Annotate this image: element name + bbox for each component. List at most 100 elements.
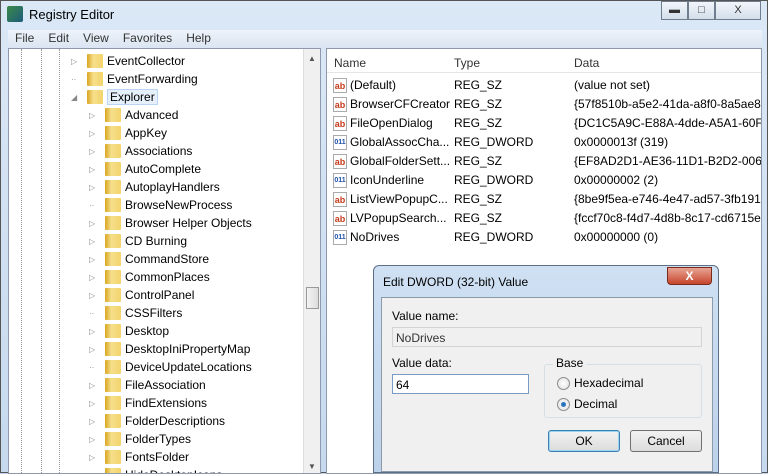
scroll-up-arrow-icon[interactable]: ▲ [304, 54, 320, 63]
folder-icon [105, 414, 121, 428]
expand-arrow-icon[interactable]: ▷ [89, 327, 99, 336]
value-data: {DC1C5A9C-E88A-4dde-A5A1-60F8 [574, 116, 762, 130]
tree-item[interactable]: ▷Desktop [89, 322, 169, 340]
tree-item-label: Advanced [125, 108, 178, 122]
tree-item[interactable]: ▷CommandStore [89, 250, 209, 268]
tree-item-label: FolderTypes [125, 432, 191, 446]
tree-item-label: CommonPlaces [125, 270, 210, 284]
folder-icon [105, 198, 121, 212]
value-data: 0x00000002 (2) [574, 173, 658, 187]
menu-view[interactable]: View [76, 30, 116, 47]
tree-item[interactable]: ▷AutoplayHandlers [89, 178, 220, 196]
tree-item[interactable]: ▷ControlPanel [89, 286, 194, 304]
tree-item[interactable]: ▷FontsFolder [89, 448, 189, 466]
tree-item[interactable]: ▷EventCollector [71, 52, 185, 70]
value-row[interactable]: 011NoDrivesREG_DWORD0x00000000 (0) [327, 228, 761, 247]
value-row[interactable]: 011GlobalAssocCha...REG_DWORD0x0000013f … [327, 133, 761, 152]
value-type: REG_DWORD [454, 173, 533, 187]
expand-arrow-icon[interactable]: ▷ [89, 399, 99, 408]
hexadecimal-radio[interactable] [557, 377, 570, 390]
value-row[interactable]: abGlobalFolderSett...REG_SZ{EF8AD2D1-AE3… [327, 152, 761, 171]
tree-item[interactable]: ▷ CommonPlaces [89, 268, 210, 286]
tree-item[interactable]: ▷AppKey [89, 124, 167, 142]
column-name[interactable]: Name [334, 56, 366, 70]
value-data: {8be9f5ea-e746-4e47-ad57-3fb191c [574, 192, 762, 206]
folder-icon [87, 90, 103, 104]
menu-edit[interactable]: Edit [41, 30, 76, 47]
tree-item[interactable]: ▷CD Burning [89, 232, 187, 250]
scroll-thumb[interactable] [306, 287, 319, 309]
folder-icon [105, 270, 121, 284]
column-data[interactable]: Data [574, 56, 599, 70]
edit-dword-dialog: Edit DWORD (32-bit) Value X Value name: … [373, 265, 719, 473]
expand-arrow-icon[interactable]: ▷ [89, 273, 99, 282]
folder-icon [105, 252, 121, 266]
column-type[interactable]: Type [454, 56, 480, 70]
decimal-label[interactable]: Decimal [574, 397, 617, 411]
folder-icon [105, 144, 121, 158]
expand-arrow-icon[interactable]: ▷ [89, 111, 99, 120]
dialog-close-button[interactable]: X [667, 267, 712, 285]
close-button[interactable]: X [715, 1, 761, 20]
value-row[interactable]: 011IconUnderlineREG_DWORD0x00000002 (2) [327, 171, 761, 190]
tree-item[interactable]: ··EventForwarding [71, 70, 198, 88]
tree-item[interactable]: ▷FindExtensions [89, 394, 207, 412]
tree-item[interactable]: ▷Associations [89, 142, 192, 160]
scroll-down-arrow-icon[interactable]: ▼ [304, 462, 320, 471]
tree-item[interactable]: ▷ DesktopIniPropertyMap [89, 340, 250, 358]
expand-arrow-icon[interactable]: ▷ [89, 129, 99, 138]
tree-item-label: DesktopIniPropertyMap [125, 342, 250, 356]
folder-icon [105, 162, 121, 176]
expand-arrow-icon[interactable]: ▷ [89, 255, 99, 264]
tree-scrollbar[interactable]: ▲ ▼ [303, 49, 320, 473]
cancel-button[interactable]: Cancel [630, 430, 702, 452]
tree-item[interactable]: ··BrowseNewProcess [89, 196, 232, 214]
expand-arrow-icon[interactable]: ▷ [89, 183, 99, 192]
expand-arrow-icon[interactable]: ▷ [89, 381, 99, 390]
value-data-input[interactable]: 64 [392, 374, 529, 394]
expand-arrow-icon[interactable]: ▷ [89, 471, 99, 474]
folder-icon [105, 306, 121, 320]
value-row[interactable]: abLVPopupSearch...REG_SZ{fccf70c8-f4d7-4… [327, 209, 761, 228]
tree-item[interactable]: ··CSSFilters [89, 304, 182, 322]
maximize-button[interactable]: □ [688, 1, 715, 20]
tree-item[interactable]: ▷ FolderTypes [89, 430, 191, 448]
value-row[interactable]: abFileOpenDialogREG_SZ{DC1C5A9C-E88A-4dd… [327, 114, 761, 133]
decimal-radio[interactable] [557, 398, 570, 411]
value-type: REG_SZ [454, 154, 502, 168]
tree-item-label: FileAssociation [125, 378, 206, 392]
value-row[interactable]: abBrowserCFCreatorREG_SZ{57f8510b-a5e2-4… [327, 95, 761, 114]
expand-arrow-icon[interactable]: ▷ [89, 165, 99, 174]
tree-item[interactable]: ◢Explorer [71, 88, 158, 106]
expand-arrow-icon[interactable]: ▷ [89, 237, 99, 246]
value-name-label: Value name: [392, 309, 459, 323]
expand-arrow-icon[interactable]: ▷ [89, 345, 99, 354]
expanded-arrow-icon[interactable]: ◢ [71, 93, 81, 102]
hexadecimal-label[interactable]: Hexadecimal [574, 376, 643, 390]
minimize-button[interactable]: ▬ [661, 1, 688, 20]
tree-item[interactable]: ▷Browser Helper Objects [89, 214, 252, 232]
expand-arrow-icon[interactable]: ▷ [71, 57, 81, 66]
value-row[interactable]: abListViewPopupC...REG_SZ{8be9f5ea-e746-… [327, 190, 761, 209]
ok-button[interactable]: OK [548, 430, 620, 452]
expand-arrow-icon[interactable]: ▷ [89, 219, 99, 228]
folder-icon [105, 126, 121, 140]
value-type: REG_SZ [454, 97, 502, 111]
value-row[interactable]: ab(Default)REG_SZ(value not set) [327, 76, 761, 95]
expand-arrow-icon[interactable]: ▷ [89, 417, 99, 426]
expand-arrow-icon[interactable]: ▷ [89, 435, 99, 444]
tree-item[interactable]: ▷FolderDescriptions [89, 412, 225, 430]
menu-file[interactable]: File [8, 30, 41, 47]
expand-arrow-icon[interactable]: ▷ [89, 291, 99, 300]
expand-arrow-icon[interactable]: ▷ [89, 147, 99, 156]
expand-arrow-icon[interactable]: ▷ [89, 453, 99, 462]
tree-item[interactable]: ··DeviceUpdateLocations [89, 358, 252, 376]
string-value-icon: ab [333, 192, 347, 207]
menu-favorites[interactable]: Favorites [116, 30, 179, 47]
tree-item[interactable]: ▷AutoComplete [89, 160, 201, 178]
tree-item[interactable]: ▷ Advanced [89, 106, 178, 124]
tree-connector: ·· [89, 201, 99, 210]
tree-item[interactable]: ▷ FileAssociation [89, 376, 206, 394]
menu-help[interactable]: Help [179, 30, 218, 47]
folder-icon [105, 324, 121, 338]
